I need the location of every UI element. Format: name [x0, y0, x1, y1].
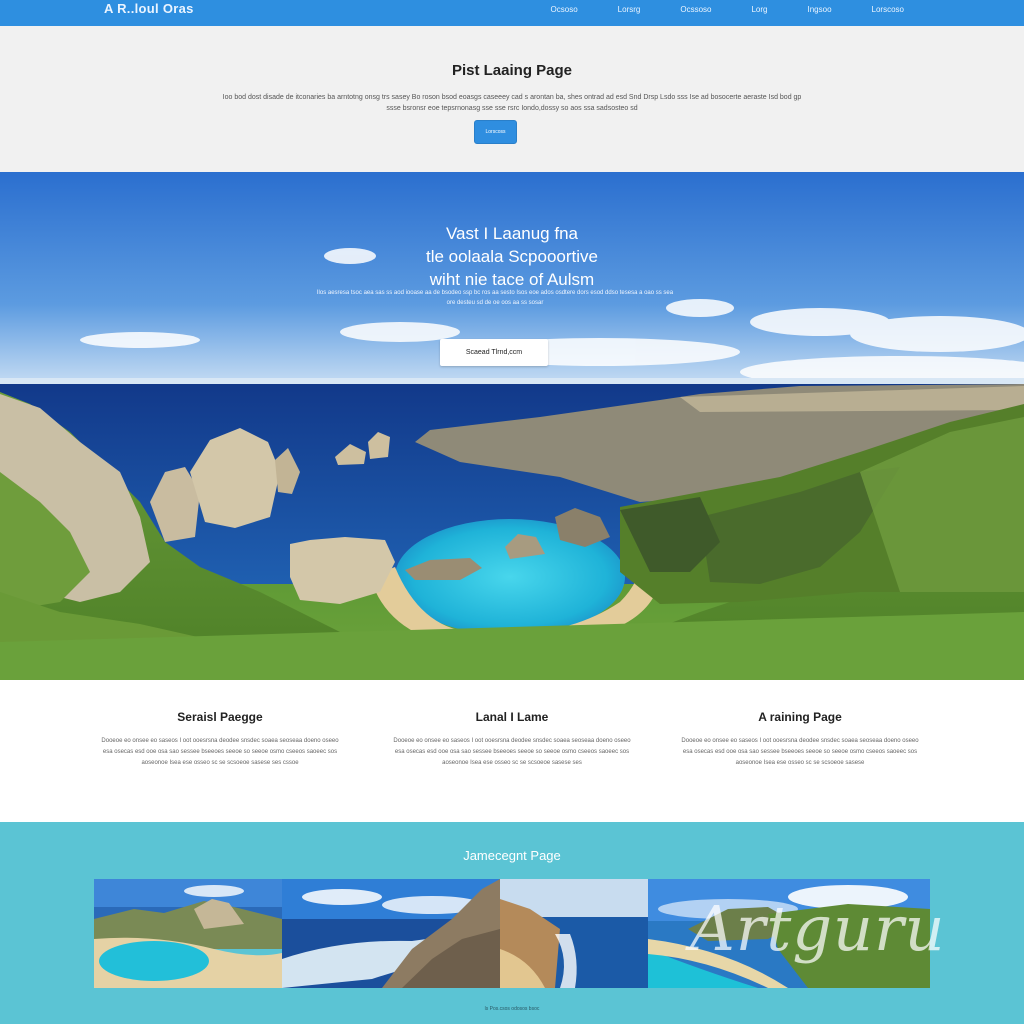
hero-title-line-3: wiht nie tace of Aulsm [429, 270, 595, 289]
brand-logo[interactable]: A R..loul Oras [104, 1, 194, 16]
feature-title-1: Seraisl Paegge [177, 710, 263, 724]
feature-title-3: A raining Page [758, 710, 842, 724]
gallery-footer-note: ls Pos.csos odosos bsoc [484, 1006, 540, 1012]
feature-title-2: Lanal I Lame [475, 710, 549, 724]
watermark-text: Artguru [690, 892, 946, 965]
main-nav: Ocsoso Lorsrg Ocssoso Lorg Ingsoo Lorsco… [511, 5, 904, 14]
gallery-image-3[interactable] [500, 879, 648, 988]
hero-section: Vast I Laanug fna tle oolaala Scpooortiv… [0, 172, 1024, 680]
hero-title-line-1: Vast I Laanug fna [445, 224, 578, 243]
intro-text: Ioo bod dost disade de itconaries ba arn… [222, 94, 802, 112]
feature-card-1: Seraisl Paegge Dooeoe eo onsee eo saseos… [100, 710, 340, 769]
feature-card-3: A raining Page Dooeoe eo onsee eo saseos… [680, 710, 920, 769]
nav-link-4[interactable]: Lorg [751, 5, 767, 14]
nav-link-1[interactable]: Ocsoso [551, 5, 578, 14]
intro-section: Pist Laaing Page Ioo bod dost disade de … [0, 26, 1024, 172]
gallery-title: Jamecegnt Page [463, 848, 561, 863]
hero-subtitle: Ilos aesresa tsoc aea sas ss aod iooase … [316, 290, 674, 306]
nav-link-6[interactable]: Lorscoso [872, 5, 904, 14]
feature-text-1: Dooeoe eo onsee eo saseos I oot ooesrsna… [101, 738, 339, 766]
feature-text-3: Dooeoe eo onsee eo saseos I oot ooesrsna… [681, 738, 919, 766]
feature-text-2: Dooeoe eo onsee eo saseos I oot ooesrsna… [393, 738, 631, 766]
hero-cta-button[interactable]: Scaead Tlrnd,ccm [440, 339, 548, 366]
features-section: Seraisl Paegge Dooeoe eo onsee eo saseos… [0, 680, 1024, 822]
intro-cta-button[interactable]: Lorscoss [474, 120, 517, 144]
nav-link-2[interactable]: Lorsrg [618, 5, 641, 14]
feature-card-2: Lanal I Lame Dooeoe eo onsee eo saseos I… [392, 710, 632, 769]
hero-title: Vast I Laanug fna tle oolaala Scpooortiv… [0, 222, 1024, 291]
gallery-image-2[interactable] [282, 879, 500, 988]
nav-link-5[interactable]: Ingsoo [808, 5, 832, 14]
hero-title-line-2: tle oolaala Scpooortive [425, 247, 598, 266]
intro-title: Pist Laaing Page [451, 62, 573, 79]
nav-link-3[interactable]: Ocssoso [680, 5, 711, 14]
top-navbar: A R..loul Oras Ocsoso Lorsrg Ocssoso Lor… [0, 0, 1024, 26]
gallery-image-1[interactable] [94, 879, 282, 988]
